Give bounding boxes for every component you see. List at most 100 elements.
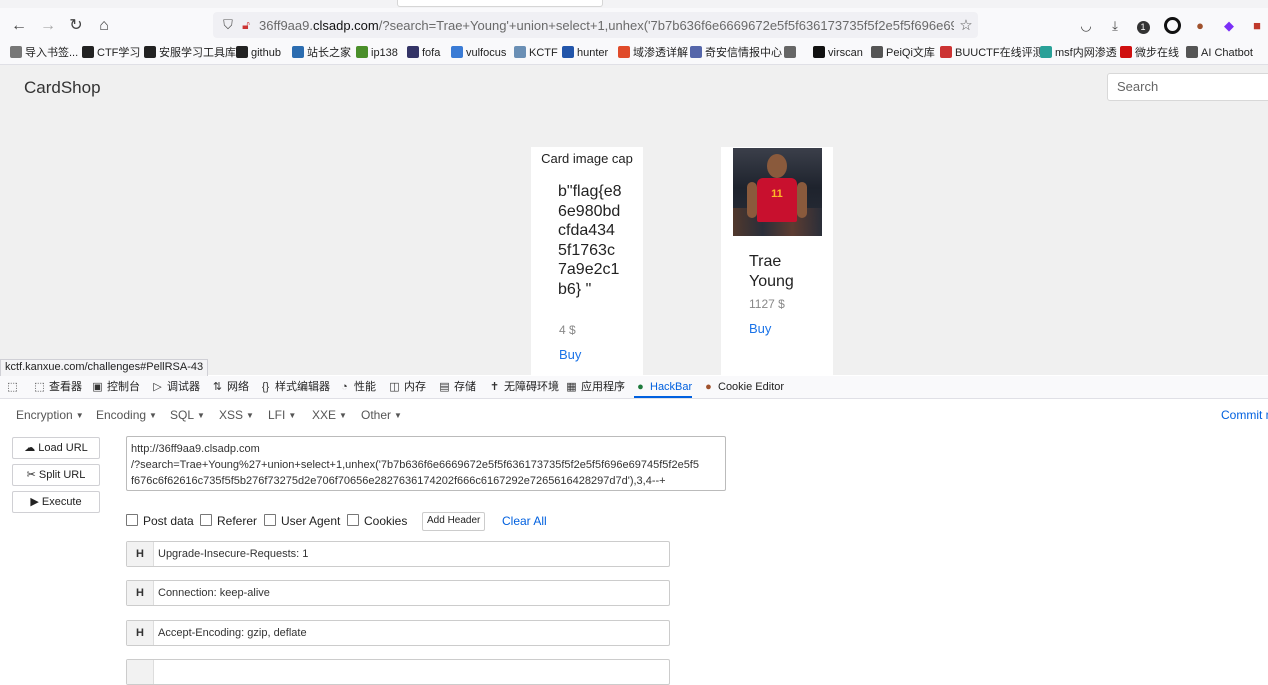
bookmark-item[interactable]: 域渗透详解 <box>618 44 688 62</box>
buy-link[interactable]: Buy <box>559 347 581 362</box>
pocket-icon[interactable]: ◡ <box>1077 17 1095 35</box>
address-text[interactable]: 36ff9aa9.clsadp.com/?search=Trae+Young'+… <box>255 18 954 33</box>
devtools-tab[interactable]: ▤ 存储 <box>438 376 476 398</box>
header-value[interactable]: Upgrade-Insecure-Requests: 1 <box>158 542 308 566</box>
bookmark-favicon-icon <box>871 46 883 58</box>
bookmark-favicon-icon <box>236 46 248 58</box>
forward-arrow-icon[interactable]: → <box>38 16 58 36</box>
header-row[interactable]: H Upgrade-Insecure-Requests: 1 <box>126 541 670 567</box>
extension-badge-icon[interactable]: 1 <box>1134 17 1152 35</box>
bookmark-item[interactable]: github <box>236 44 281 62</box>
caret-down-icon: ▼ <box>394 411 402 420</box>
devtools-tab[interactable]: ▦ 应用程序 <box>565 376 625 398</box>
referer-checkbox[interactable]: Referer <box>200 514 257 528</box>
buy-link[interactable]: Buy <box>749 321 771 336</box>
address-bar[interactable]: ⛉ 🔓︎ 36ff9aa9.clsadp.com/?search=Trae+Yo… <box>213 12 978 38</box>
bookmark-item[interactable]: fofa <box>407 44 440 62</box>
clear-all-link[interactable]: Clear All <box>502 514 547 528</box>
pick-element-button[interactable]: ⬚ <box>6 376 22 398</box>
bookmark-item[interactable]: hunter <box>562 44 608 62</box>
execute-button[interactable]: ▶ Execute <box>12 491 100 513</box>
bookmark-item[interactable]: 站长之家 <box>292 44 351 62</box>
hackbar-menu-encryption[interactable]: Encryption ▼ <box>16 408 84 422</box>
ring-extension-icon[interactable] <box>1163 17 1181 35</box>
lock-icon[interactable]: 🔓︎ <box>237 18 255 33</box>
bookmark-star-icon[interactable]: ☆ <box>954 16 978 34</box>
bookmark-item[interactable]: virscan <box>813 44 863 62</box>
shield-icon[interactable]: ⛉ <box>219 17 237 33</box>
back-arrow-icon[interactable]: ← <box>9 16 29 36</box>
bookmark-item[interactable]: CTF学习 <box>82 44 140 62</box>
bookmark-item[interactable]: 导入书签... <box>10 44 78 62</box>
home-icon[interactable]: ⌂ <box>94 16 114 36</box>
bookmark-item[interactable]: BUUCTF在线评测 <box>940 44 1044 62</box>
url-line: http://36ff9aa9.clsadp.com <box>131 443 260 455</box>
header-row[interactable] <box>126 659 670 685</box>
load-url-button[interactable]: ☁ Load URL <box>12 437 100 459</box>
bookmark-item[interactable]: 微步在线 <box>1120 44 1179 62</box>
devtools-tab-icon: ⬚ <box>34 381 45 393</box>
devtools-tab[interactable]: ⬚ 查看器 <box>33 376 82 398</box>
bookmark-item[interactable]: msf内网渗透 <box>1040 44 1117 62</box>
brand-logo[interactable]: CardShop <box>24 78 101 98</box>
bookmark-item[interactable]: PeiQi文库 <box>871 44 935 62</box>
cookies-checkbox[interactable]: Cookies <box>347 514 407 528</box>
bookmark-item[interactable]: ip138 <box>356 44 398 62</box>
bookmark-favicon-icon <box>1186 46 1198 58</box>
devtools-tab[interactable]: ◫ 内存 <box>388 376 426 398</box>
reload-icon[interactable]: ↻ <box>66 16 86 36</box>
download-icon[interactable]: ⤓ <box>1106 17 1124 35</box>
bookmark-item[interactable]: AI Chatbot <box>1186 44 1253 62</box>
hackbar-menu-xxe[interactable]: XXE ▼ <box>312 408 347 422</box>
devtools-tab-icon: ▣ <box>92 381 103 393</box>
devtools-tab-icon: ◫ <box>389 381 400 393</box>
hackbar-menu-other[interactable]: Other ▼ <box>361 408 402 422</box>
devtools-tab[interactable]: ▷ 调试器 <box>151 376 200 398</box>
hackbar-menu-xss[interactable]: XSS ▼ <box>219 408 254 422</box>
jersey-number: 11 <box>771 188 783 200</box>
caret-down-icon: ▼ <box>75 411 84 420</box>
bookmark-favicon-icon <box>813 46 825 58</box>
search-input[interactable]: Search <box>1107 73 1268 101</box>
bookmark-item[interactable]: KCTF <box>514 44 558 62</box>
card-title: b"flag{e86e980bdcfda4345f1763c7a9e2c1b6}… <box>558 183 622 298</box>
bookmark-item[interactable]: vulfocus <box>451 44 506 62</box>
devtools-tabbar: ⬚ ⬚ 查看器 ▣ 控制台 ▷ 调试器 ⇅ 网络{} 样式编辑器 ◔ 性能 ◫ 内存 ▤ 存储 ✝ 无障碍环境 ▦ 应… <box>0 376 1268 399</box>
cloud-download-icon: ☁ <box>24 442 36 454</box>
header-tag <box>127 660 154 684</box>
add-header-button[interactable]: Add Header <box>422 512 486 531</box>
hackbar-menu-sql[interactable]: SQL ▼ <box>170 408 205 422</box>
header-row[interactable]: H Accept-Encoding: gzip, deflate <box>126 620 670 646</box>
split-url-button[interactable]: ✂ Split URL <box>12 464 100 486</box>
product-card-flag: Card image cap b"flag{e86e980bdcfda4345f… <box>531 147 643 375</box>
active-tab[interactable] <box>397 0 603 7</box>
devtools-tab[interactable]: ⇅ 网络 <box>211 376 249 398</box>
header-value[interactable]: Accept-Encoding: gzip, deflate <box>158 621 307 645</box>
bookmark-item[interactable] <box>784 44 799 62</box>
play-icon: ▶ <box>30 496 39 508</box>
bookmark-favicon-icon <box>784 46 796 58</box>
user-agent-checkbox[interactable]: User Agent <box>264 514 340 528</box>
bookmark-item[interactable]: 安服学习工具库 <box>144 44 236 62</box>
header-row[interactable]: H Connection: keep-alive <box>126 580 670 606</box>
devtools-tab[interactable]: ✝ 无障碍环境 <box>488 376 559 398</box>
hackbar-menu-lfi[interactable]: LFI ▼ <box>268 408 296 422</box>
header-value[interactable]: Connection: keep-alive <box>158 581 270 605</box>
bookmark-favicon-icon <box>144 46 156 58</box>
devtools-tab[interactable]: ● HackBar <box>634 376 693 398</box>
devtools-tab[interactable]: ◔ 性能 <box>338 376 376 398</box>
post-data-checkbox[interactable]: Post data <box>126 514 194 528</box>
commit-link[interactable]: Commit n <box>1221 408 1268 422</box>
cookie-extension-icon[interactable]: ● <box>1191 17 1209 35</box>
puzzle-extension-icon[interactable]: ◆ <box>1220 17 1238 35</box>
devtools-tab[interactable]: ● Cookie Editor <box>702 376 784 398</box>
bookmark-favicon-icon <box>82 46 94 58</box>
url-textarea[interactable]: http://36ff9aa9.clsadp.com /?search=Trae… <box>126 436 726 491</box>
hackbar-menu-encoding[interactable]: Encoding ▼ <box>96 408 157 422</box>
navigation-bar: ← → ↻ ⌂ ⛉ 🔓︎ 36ff9aa9.clsadp.com/?search… <box>0 8 1268 42</box>
hackbar-extension-icon[interactable]: ■ <box>1248 17 1266 35</box>
url-line: /?search=Trae+Young%27+union+select+1,un… <box>131 459 699 471</box>
bookmark-item[interactable]: 奇安信情报中心 <box>690 44 782 62</box>
devtools-tab[interactable]: ▣ 控制台 <box>91 376 140 398</box>
devtools-tab[interactable]: {} 样式编辑器 <box>259 376 330 398</box>
